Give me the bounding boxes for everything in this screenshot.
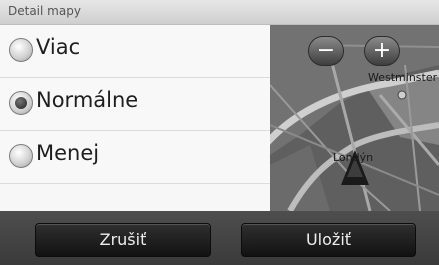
map-preview[interactable]: − + Westminster Londýn: [270, 25, 439, 211]
title-bar: Detail mapy: [0, 0, 439, 25]
radio-selected-dot: [15, 97, 27, 109]
option-less-label: Menej: [36, 141, 100, 165]
map-graphic: [270, 25, 439, 211]
radio-normal[interactable]: [9, 91, 33, 115]
option-normal-label: Normálne: [36, 88, 139, 112]
dialog-title: Detail mapy: [8, 4, 81, 18]
save-button[interactable]: Uložiť: [241, 223, 416, 257]
radio-more[interactable]: [9, 38, 33, 62]
cancel-button[interactable]: Zrušiť: [35, 223, 211, 257]
option-less[interactable]: Menej: [0, 131, 270, 184]
map-label-london: Londýn: [333, 151, 374, 164]
option-more-label: Viac: [36, 35, 81, 59]
map-label-westminster: Westminster: [368, 71, 438, 84]
option-more[interactable]: Viac: [0, 25, 270, 78]
zoom-in-button[interactable]: +: [364, 36, 400, 66]
detail-options-list: Viac Normálne Menej: [0, 25, 270, 211]
bottom-button-bar: Zrušiť Uložiť: [0, 211, 439, 265]
zoom-out-button[interactable]: −: [308, 36, 344, 66]
option-normal[interactable]: Normálne: [0, 78, 270, 131]
radio-less[interactable]: [9, 144, 33, 168]
